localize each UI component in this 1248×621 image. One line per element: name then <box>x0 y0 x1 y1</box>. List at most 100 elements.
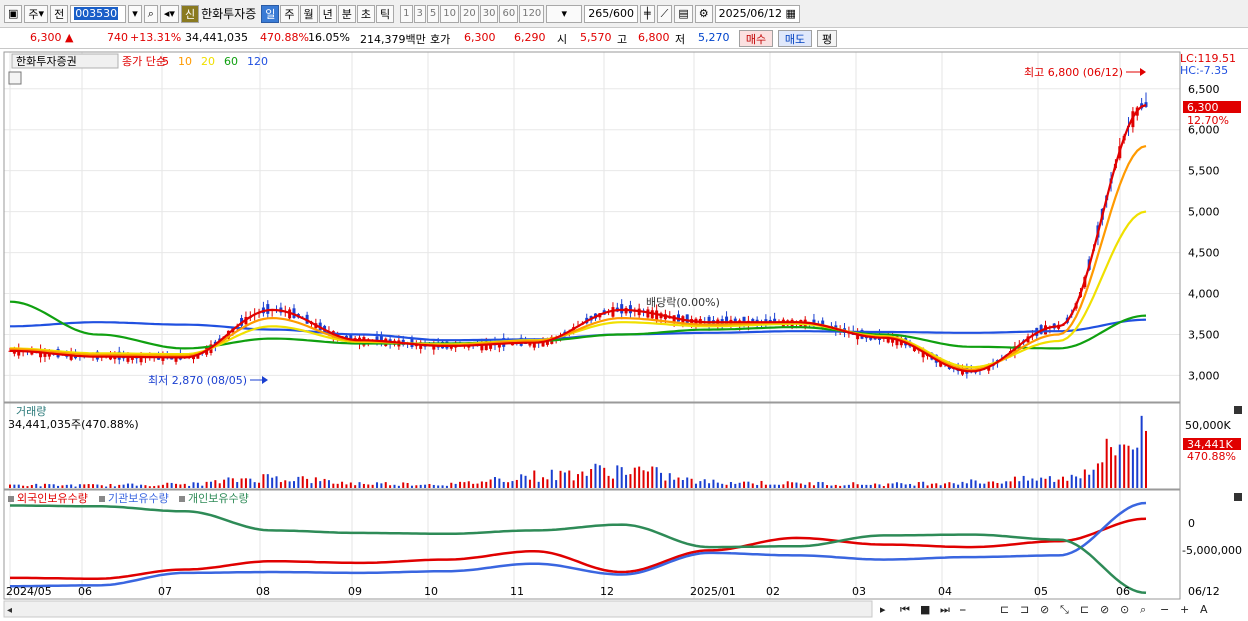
interval-dropdown[interactable]: ▾ <box>546 4 583 23</box>
volume-bar <box>887 483 890 488</box>
period-tab-0[interactable]: 일 <box>261 4 280 23</box>
avg-button[interactable]: 평 <box>817 30 837 47</box>
volume-bar <box>279 482 282 488</box>
zoom-slider-icon[interactable]: ⎯ <box>960 603 966 616</box>
volume-bar <box>563 472 566 488</box>
volume-panel-close-icon[interactable] <box>1234 406 1242 414</box>
period-tab-3[interactable]: 년 <box>318 4 337 23</box>
period-tab-6[interactable]: 틱 <box>376 4 395 23</box>
candle-icon[interactable]: ╪ <box>640 4 655 23</box>
market-select[interactable]: 주 ▾ <box>24 4 49 23</box>
buy-button[interactable]: 매수 <box>739 30 773 47</box>
scroll-right-icon[interactable]: ▸ <box>880 603 886 616</box>
volume-bar <box>48 484 51 488</box>
copy-icon[interactable]: ⊏ <box>1080 603 1089 616</box>
interval-tab-20[interactable]: 20 <box>460 4 479 23</box>
code-dropdown-icon[interactable]: ▾ <box>128 4 142 23</box>
interval-tab-120[interactable]: 120 <box>519 4 545 23</box>
gear-icon[interactable]: ⚙ <box>694 4 713 23</box>
volume-bar <box>1018 481 1021 488</box>
current-price: 6,300 ▲ <box>30 31 74 44</box>
count-field[interactable]: 265/600 <box>584 4 638 23</box>
volume-bar <box>105 486 108 488</box>
clear-icon[interactable]: ⊘ <box>1100 603 1109 616</box>
x-axis-label-6: 11 <box>510 585 524 598</box>
calendar-icon[interactable] <box>8 71 22 85</box>
volume-bar <box>1127 445 1130 488</box>
holdings-legend-1[interactable]: 기관보유수량 <box>108 492 169 505</box>
volume-bar <box>550 469 553 488</box>
font-icon[interactable]: A <box>1200 603 1208 616</box>
ma-legend-120: 120 <box>247 55 268 68</box>
scroll-left-icon[interactable]: ◂ <box>7 605 12 616</box>
reset-icon[interactable]: ⊘ <box>1040 603 1049 616</box>
price-tick-4: 4,500 <box>1188 247 1220 260</box>
volume-bar <box>834 484 837 488</box>
zoom-out-icon[interactable]: − <box>1160 603 1169 616</box>
volume-panel-title[interactable]: 거래량 <box>16 405 46 418</box>
volume-bar <box>240 478 243 488</box>
target-icon[interactable]: ⊙ <box>1120 603 1129 616</box>
period-tab-2[interactable]: 월 <box>299 4 318 23</box>
prev-button[interactable]: 전 <box>50 4 69 23</box>
bid-price: 6,290 <box>514 31 546 44</box>
stock-chart[interactable]: 한화투자증권 종가 단순 5 10 20 60 120 LC:119.51 HC:-7.… <box>0 50 1248 621</box>
split-icon[interactable]: ⊏ <box>1000 603 1009 616</box>
first-icon[interactable]: ⏮ <box>900 603 910 616</box>
volume-bar <box>166 482 169 488</box>
volume-bar <box>214 480 217 488</box>
volume-bar <box>869 484 872 488</box>
sell-button[interactable]: 매도 <box>778 30 812 47</box>
zoom-in-icon[interactable]: + <box>1180 603 1189 616</box>
search-icon[interactable]: ⌕ <box>143 4 158 23</box>
stock-code-input[interactable]: 003530 <box>70 4 127 23</box>
horizontal-scrollbar[interactable] <box>3 600 873 618</box>
volume-bar <box>43 483 46 488</box>
date-field[interactable]: 2025/06/12 ▦ <box>714 4 800 23</box>
speaker-icon[interactable]: ◂▾ <box>159 4 179 23</box>
volume-bar <box>345 484 348 488</box>
interval-tab-1[interactable]: 1 <box>400 4 413 23</box>
ma-legend-10: 10 <box>178 55 192 68</box>
last-icon[interactable]: ⏭ <box>940 603 950 616</box>
holdings-legend-marker-0 <box>8 496 14 502</box>
volume-bar <box>651 466 654 488</box>
interval-tab-30[interactable]: 30 <box>479 4 499 23</box>
volume-bar <box>92 484 95 488</box>
volume-bar <box>668 473 671 488</box>
volume-bar <box>930 483 933 488</box>
interval-tab-5[interactable]: 5 <box>426 4 440 23</box>
interval-tab-60[interactable]: 60 <box>499 4 519 23</box>
price-panel-title[interactable]: 한화투자증권 <box>16 55 77 68</box>
holdings-legend-0[interactable]: 외국인보유수량 <box>17 492 88 505</box>
volume-bar <box>703 479 706 488</box>
period-tab-4[interactable]: 분 <box>337 4 356 23</box>
interval-tab-10[interactable]: 10 <box>440 4 459 23</box>
draw-tool-icon[interactable]: ⟋ <box>656 4 673 23</box>
volume-bar <box>830 485 833 488</box>
period-tab-5[interactable]: 초 <box>356 4 376 23</box>
expand-icon[interactable]: ⤡ <box>1060 603 1069 616</box>
volume-bar <box>769 484 772 488</box>
stop-icon[interactable]: ■ <box>920 603 930 616</box>
high-price: 6,800 <box>638 31 670 44</box>
holdings-legend-2[interactable]: 개인보유수량 <box>188 492 249 505</box>
volume-bar <box>826 485 829 488</box>
volume-bar <box>332 483 335 488</box>
search-icon[interactable]: ⌕ <box>1140 603 1146 616</box>
volume-bar <box>799 483 802 488</box>
interval-tab-3[interactable]: 3 <box>413 4 426 23</box>
period-tab-1[interactable]: 주 <box>280 4 299 23</box>
volume-bar <box>1136 447 1139 488</box>
volume-bar <box>1075 476 1078 488</box>
volume-bar <box>542 477 545 488</box>
volume-bar <box>751 483 754 488</box>
volume-bar <box>1096 463 1099 488</box>
holdings-panel-close-icon[interactable] <box>1234 493 1242 501</box>
save-icon[interactable]: ▤ <box>674 4 693 23</box>
merge-icon[interactable]: ⊐ <box>1020 603 1029 616</box>
volume-bar <box>638 466 641 488</box>
volume-bar <box>205 481 208 488</box>
layout-icon[interactable]: ▣ <box>4 4 23 23</box>
volume-bar <box>904 484 907 488</box>
